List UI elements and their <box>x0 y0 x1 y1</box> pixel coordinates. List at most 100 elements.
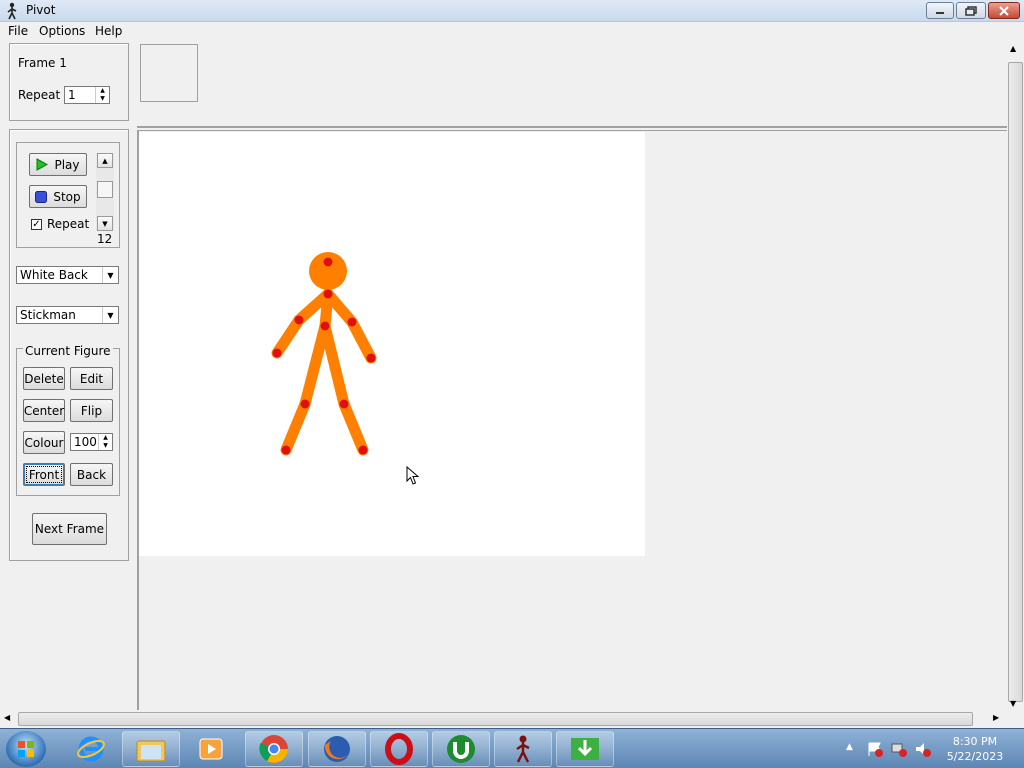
taskbar-ie[interactable] <box>62 731 120 767</box>
file-explorer-icon <box>136 740 166 762</box>
close-icon <box>999 5 1009 16</box>
restore-icon <box>965 5 977 16</box>
frame-panel: Frame 1 Repeat : 1 ▲ ▼ <box>9 43 129 121</box>
stickman-figure[interactable] <box>139 132 645 556</box>
stop-button[interactable]: Stop <box>29 185 87 208</box>
clock[interactable]: 8:30 PM 5/22/2023 <box>940 734 1010 764</box>
figure-type-select[interactable]: Stickman ▼ <box>16 306 119 324</box>
repeat-checkbox[interactable]: ✓ <box>31 219 42 230</box>
network-icon[interactable] <box>890 741 908 757</box>
internet-explorer-icon <box>77 736 105 762</box>
colour-button[interactable]: Colour <box>23 431 65 454</box>
control-panel: Play Stop ✓ Repeat ▲ ▼ 12 White Back ▼ S… <box>9 129 129 561</box>
stickman-limb <box>299 320 331 410</box>
stickman-limb <box>271 314 305 359</box>
scroll-up-icon[interactable]: ▲ <box>1010 44 1016 53</box>
speed-slider[interactable]: ▲ ▼ <box>96 153 114 231</box>
menu-help[interactable]: Help <box>95 24 122 38</box>
center-button[interactable]: Center <box>23 399 65 422</box>
joint-handle[interactable] <box>272 348 282 358</box>
menu-bar: File Options Help <box>0 22 1024 41</box>
next-frame-button[interactable]: Next Frame <box>32 513 107 545</box>
start-button[interactable] <box>6 731 46 767</box>
vertical-scrollbar[interactable]: ▲ ▼ <box>1007 42 1024 712</box>
action-center-icon[interactable] <box>866 741 884 757</box>
playback-group: Play Stop ✓ Repeat ▲ ▼ 12 <box>16 142 120 248</box>
flip-button[interactable]: Flip <box>70 399 113 422</box>
close-button[interactable] <box>988 2 1020 19</box>
frame-repeat-value: 1 <box>68 88 76 102</box>
joint-handle[interactable] <box>300 399 310 409</box>
taskbar-media[interactable] <box>182 731 240 767</box>
joint-handle[interactable] <box>294 315 304 325</box>
horizontal-scroll-thumb[interactable] <box>18 712 973 726</box>
chevron-down-icon[interactable]: ▼ <box>102 267 118 283</box>
show-hidden-icons-icon[interactable]: ▲ <box>846 742 853 752</box>
taskbar-utorrent[interactable] <box>432 731 490 767</box>
scroll-right-icon[interactable]: ▶ <box>993 713 999 722</box>
back-button[interactable]: Back <box>70 463 113 486</box>
minimize-icon <box>936 11 944 14</box>
joint-handle[interactable] <box>339 399 349 409</box>
frame-thumbnail[interactable] <box>140 44 198 102</box>
stickman-limb <box>338 398 369 456</box>
current-figure-title: Current Figure <box>23 344 113 358</box>
stickman-limb <box>346 316 377 364</box>
stickman-limb <box>319 320 350 410</box>
animation-canvas[interactable] <box>139 132 645 556</box>
repeat-label: Repeat : <box>18 88 69 102</box>
taskbar: ▲ 8:30 PM 5/22/2023 <box>0 728 1024 768</box>
menu-options[interactable]: Options <box>39 24 85 38</box>
joint-handle[interactable] <box>366 353 376 363</box>
restore-button[interactable] <box>956 2 986 19</box>
speed-down-arrow-icon[interactable]: ▼ <box>97 216 113 231</box>
frame-strip <box>137 42 1007 128</box>
scroll-down-icon[interactable]: ▼ <box>1010 699 1016 708</box>
frame-repeat-spinner[interactable]: 1 ▲ ▼ <box>64 86 110 104</box>
vertical-scroll-thumb[interactable] <box>1008 62 1023 702</box>
taskbar-chrome[interactable] <box>245 731 303 767</box>
repeat-checkbox-label: Repeat <box>47 217 90 231</box>
clock-time: 8:30 PM <box>952 735 998 748</box>
speed-slider-thumb[interactable] <box>97 181 113 198</box>
menu-file[interactable]: File <box>8 24 28 38</box>
background-select[interactable]: White Back ▼ <box>16 266 119 284</box>
firefox-icon <box>324 736 350 762</box>
joint-handle[interactable] <box>320 321 330 331</box>
background-select-value: White Back <box>20 268 88 282</box>
joint-handle[interactable] <box>281 445 291 455</box>
play-label: Play <box>54 157 80 172</box>
colour-value: 100 <box>74 435 97 449</box>
taskbar-firefox[interactable] <box>308 731 366 767</box>
taskbar-explorer[interactable] <box>122 731 180 767</box>
pivot-icon <box>516 735 530 763</box>
figure-type-select-value: Stickman <box>20 308 76 322</box>
speed-up-arrow-icon[interactable]: ▲ <box>97 153 113 168</box>
front-button[interactable]: Front <box>23 463 65 486</box>
minimize-button[interactable] <box>926 2 954 19</box>
colour-spinner[interactable]: 100 ▲ ▼ <box>70 433 113 451</box>
joint-handle[interactable] <box>323 289 333 299</box>
horizontal-scrollbar[interactable]: ◀ ▶ <box>0 711 1007 728</box>
taskbar-download[interactable] <box>556 731 614 767</box>
mouse-cursor-icon <box>406 466 420 485</box>
play-icon <box>36 158 49 171</box>
stop-icon <box>35 190 48 203</box>
taskbar-pivot[interactable] <box>494 731 552 767</box>
chevron-down-icon[interactable]: ▼ <box>102 307 118 323</box>
scroll-left-icon[interactable]: ◀ <box>4 713 10 722</box>
play-button[interactable]: Play <box>29 153 87 176</box>
utorrent-icon <box>447 735 475 763</box>
edit-button[interactable]: Edit <box>70 367 113 390</box>
taskbar-opera[interactable] <box>370 731 428 767</box>
media-player-icon <box>199 738 223 760</box>
chrome-icon <box>259 735 288 763</box>
joint-handle[interactable] <box>323 257 333 267</box>
joint-handle[interactable] <box>358 445 368 455</box>
spinner-arrows-icon[interactable]: ▲ ▼ <box>95 87 109 103</box>
delete-button[interactable]: Delete <box>23 367 65 390</box>
spinner-arrows-icon[interactable]: ▲ ▼ <box>98 434 112 450</box>
clock-date: 5/22/2023 <box>946 750 1004 763</box>
joint-handle[interactable] <box>347 317 357 327</box>
volume-muted-icon[interactable] <box>914 741 932 757</box>
